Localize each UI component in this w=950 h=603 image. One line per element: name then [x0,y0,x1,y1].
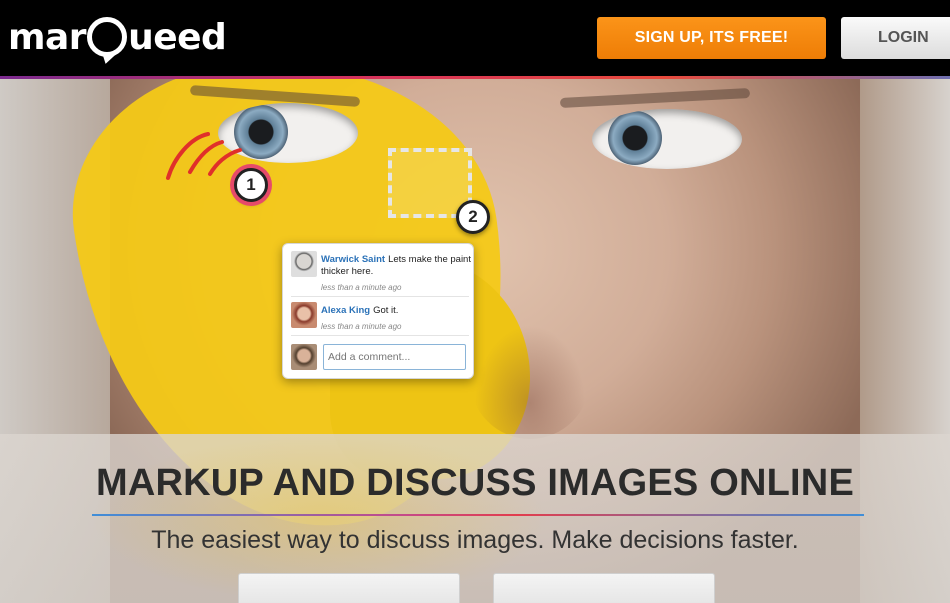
comment-popup: Warwick Saint Lets make the paint thicker… [282,243,474,379]
headline-divider [92,514,864,516]
page-headline: MARKUP AND DISCUSS IMAGES ONLINE [95,462,854,504]
comment-body: Warwick Saint Lets make the paint thicker… [321,254,471,278]
logo-speech-bubble-icon: Q [87,17,128,57]
signup-button[interactable]: SIGN UP, ITS FREE! [597,17,826,59]
annotation-marker-1[interactable]: 1 [234,168,268,202]
comment-item: Alexa King Got it. less than a minute ago [291,302,469,336]
right-iris [608,111,662,165]
logo-text-end: ueed [128,16,227,58]
comment-item: Warwick Saint Lets make the paint thicker… [291,251,471,297]
right-eye [592,109,742,169]
comment-author[interactable]: Warwick Saint [321,254,385,265]
marqueed-logo[interactable]: mar Q ueed [8,12,227,62]
annotation-marker-2[interactable]: 2 [456,200,490,234]
comment-timestamp: less than a minute ago [321,283,402,292]
comment-author[interactable]: Alexa King [321,305,370,316]
avatar [291,344,317,370]
right-eyebrow [559,88,751,108]
comment-body: Alexa King Got it. [321,305,471,317]
add-comment-input[interactable] [323,344,466,370]
comment-text: Got it. [373,305,399,316]
avatar [291,302,317,328]
hero-text-band [0,434,950,603]
cta-button-right[interactable] [493,573,715,603]
login-button[interactable]: LOGIN [841,17,950,59]
nose-shadow [470,319,590,439]
page-tagline: The easiest way to discuss images. Make … [151,526,799,554]
logo-text-start: mar [8,16,87,58]
top-header: mar Q ueed SIGN UP, ITS FREE! LOGIN [0,0,950,76]
comment-input-row [291,344,469,370]
cta-button-left[interactable] [238,573,460,603]
avatar [291,251,317,277]
comment-timestamp: less than a minute ago [321,322,402,331]
